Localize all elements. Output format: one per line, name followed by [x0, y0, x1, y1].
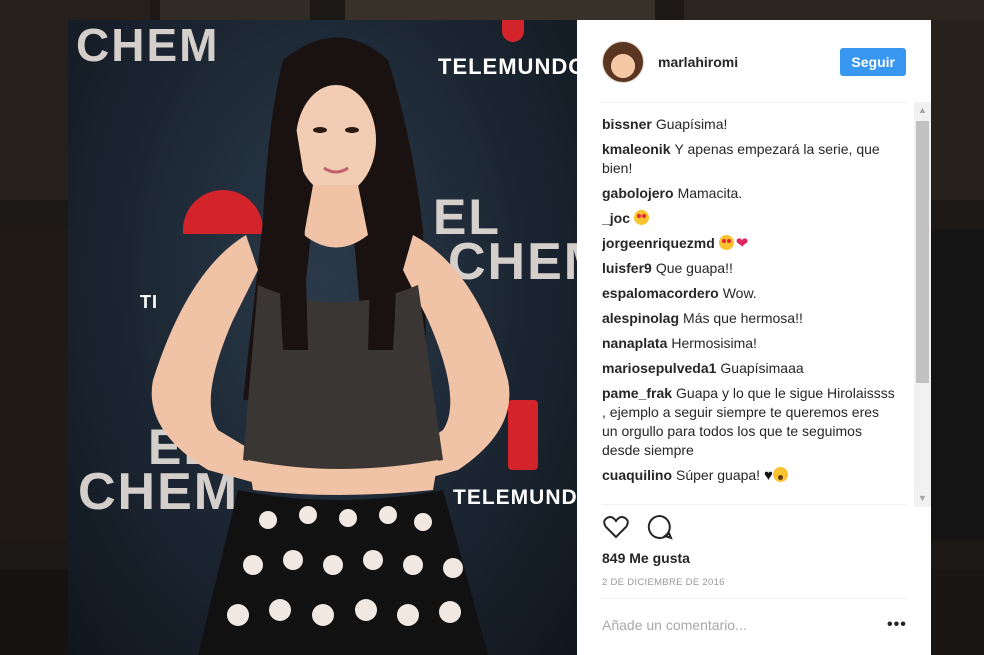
- comment-item: _joc: [602, 209, 897, 228]
- follow-button[interactable]: Seguir: [840, 48, 906, 76]
- scroll-thumb[interactable]: [916, 121, 929, 383]
- comment-item: espalomacordero Wow.: [602, 284, 897, 303]
- post-header: marlahiromi Seguir: [602, 36, 906, 88]
- comment-username[interactable]: kmaleonik: [602, 141, 670, 157]
- avatar[interactable]: [602, 41, 644, 83]
- heart-eyes-emoji-icon: [718, 235, 734, 250]
- scroll-down-arrow-icon[interactable]: ▼: [914, 490, 931, 507]
- comment-text: Guapísimaaa: [720, 360, 804, 376]
- eye: [345, 127, 359, 133]
- comment-text: Mamacita.: [677, 185, 743, 201]
- comment-item: jorgeenriquezmd ❤: [602, 234, 897, 253]
- comment-username[interactable]: jorgeenriquezmd: [602, 235, 715, 251]
- leather-top: [243, 285, 443, 470]
- comment-item: pame_frak Guapa y lo que le sigue Hirolai…: [602, 384, 897, 460]
- more-options-button[interactable]: •••: [887, 616, 907, 634]
- like-heart-icon[interactable]: [602, 513, 630, 541]
- input-divider: [602, 598, 906, 599]
- neck: [304, 185, 368, 248]
- scroll-up-arrow-icon[interactable]: ▲: [914, 102, 931, 119]
- red-heart-emoji-icon: ❤: [735, 235, 749, 252]
- comment-item: gabolojero Mamacita.: [602, 184, 897, 203]
- comment-input[interactable]: [602, 617, 872, 633]
- comment-item: mariosepulveda1 Guapísimaaa: [602, 359, 897, 378]
- comment-text: Que guapa!!: [655, 260, 733, 276]
- header-divider: [602, 102, 906, 103]
- post-actions: [602, 513, 674, 541]
- comment-text: Wow.: [722, 285, 757, 301]
- comments-scrollbar[interactable]: ▲ ▼: [914, 102, 931, 507]
- comment-username[interactable]: nanaplata: [602, 335, 667, 351]
- comment-username[interactable]: gabolojero: [602, 185, 674, 201]
- comment-text: Guapísima!: [655, 116, 728, 132]
- black-heart-emoji-icon: ♥: [763, 467, 773, 484]
- comment-username[interactable]: pame_frak: [602, 385, 672, 401]
- eye: [313, 127, 327, 133]
- likes-count[interactable]: 849 Me gusta: [602, 550, 690, 566]
- actions-divider: [602, 504, 906, 505]
- comment-text: Súper guapa!: [676, 467, 761, 483]
- comments-list[interactable]: bissner Guapísima! kmaleonik Y apenas empe…: [602, 115, 897, 500]
- username-link[interactable]: marlahiromi: [658, 54, 738, 70]
- comment-username[interactable]: alespinolag: [602, 310, 679, 326]
- comment-username[interactable]: luisfer9: [602, 260, 652, 276]
- heart-eyes-emoji-icon: [634, 210, 650, 225]
- comment-item: cuaquilino Súper guapa! ♥: [602, 466, 897, 485]
- comment-username[interactable]: bissner: [602, 116, 652, 132]
- comment-item: luisfer9 Que guapa!!: [602, 259, 897, 278]
- face: [296, 85, 376, 195]
- comment-item: nanaplata Hermosisima!: [602, 334, 897, 353]
- comment-bubble-icon[interactable]: [646, 513, 674, 541]
- comment-username[interactable]: mariosepulveda1: [602, 360, 716, 376]
- comment-username[interactable]: cuaquilino: [602, 467, 672, 483]
- comment-item: bissner Guapísima!: [602, 115, 897, 134]
- comment-text: Más que hermosa!!: [683, 310, 803, 326]
- post-date[interactable]: 2 DE DICIEMBRE DE 2016: [602, 577, 725, 588]
- post-photo[interactable]: CHEM TELEMUNDO EL CHEM EL CHEM TELEMUNDO…: [68, 20, 577, 655]
- person-figure: [151, 37, 510, 655]
- post-sidebar: marlahiromi Seguir bissner Guapísima! kma…: [577, 20, 931, 655]
- comment-item: kmaleonik Y apenas empezará la serie, que…: [602, 140, 897, 178]
- comment-username[interactable]: _joc: [602, 210, 630, 226]
- post-modal: CHEM TELEMUNDO EL CHEM EL CHEM TELEMUNDO…: [68, 20, 931, 655]
- comment-username[interactable]: espalomacordero: [602, 285, 719, 301]
- comment-item: alespinolag Más que hermosa!!: [602, 309, 897, 328]
- wow-emoji-icon: [772, 467, 788, 482]
- comment-text: Hermosisima!: [671, 335, 757, 351]
